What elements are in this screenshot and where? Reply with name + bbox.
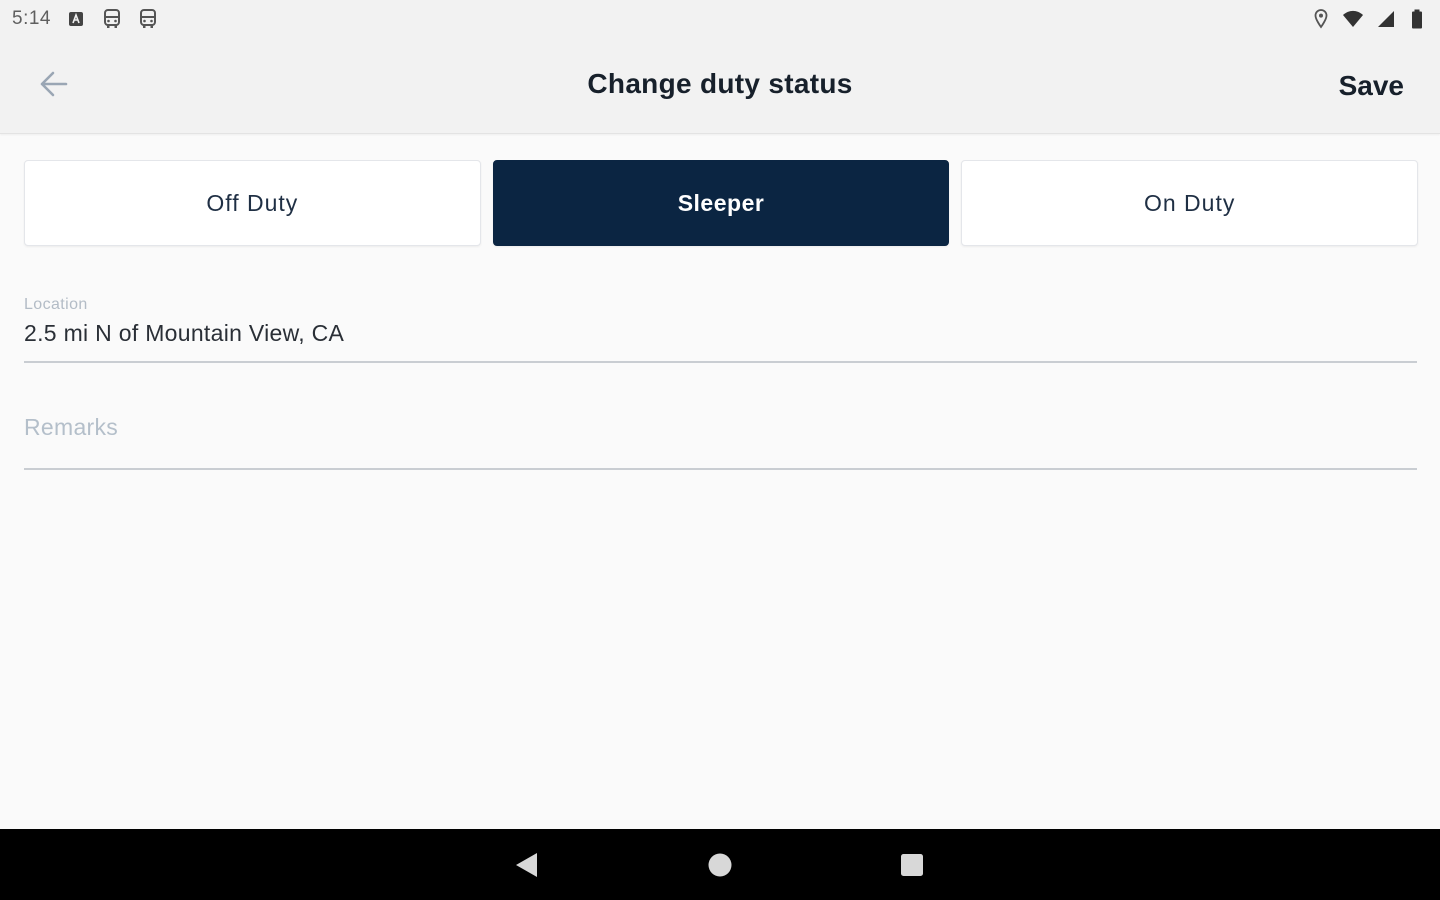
home-circle-icon[interactable] (706, 851, 734, 879)
location-pin-icon (1310, 8, 1332, 30)
off-duty-button[interactable]: Off Duty (24, 160, 481, 246)
status-time: 5:14 (12, 8, 51, 29)
battery-icon (1406, 8, 1428, 30)
location-field[interactable]: Location 2.5 mi N of Mountain View, CA (24, 292, 1417, 363)
status-bar: 5:14 (0, 0, 1440, 38)
wifi-icon (1342, 8, 1364, 30)
back-triangle-icon[interactable] (512, 851, 540, 879)
text-a-notification-icon (65, 8, 87, 30)
status-bar-left: 5:14 (12, 8, 159, 30)
save-button[interactable]: Save (1339, 66, 1404, 106)
remarks-placeholder: Remarks (24, 414, 119, 440)
remarks-field[interactable]: Remarks (24, 400, 1417, 470)
recents-square-icon[interactable] (898, 851, 926, 879)
system-nav-bar (0, 829, 1440, 900)
bus-notification-icon (101, 8, 123, 30)
bus-notification-icon (137, 8, 159, 30)
sleeper-button[interactable]: Sleeper (492, 160, 950, 246)
on-duty-button[interactable]: On Duty (961, 160, 1419, 246)
location-value[interactable]: 2.5 mi N of Mountain View, CA (24, 320, 344, 347)
location-label: Location (24, 296, 88, 313)
cellular-signal-icon (1374, 8, 1396, 30)
app-bar: Change duty status Save (0, 38, 1440, 134)
duty-status-selector: Off Duty Sleeper On Duty (24, 160, 1419, 246)
status-bar-right (1310, 8, 1428, 30)
page-title: Change duty status (587, 68, 853, 99)
